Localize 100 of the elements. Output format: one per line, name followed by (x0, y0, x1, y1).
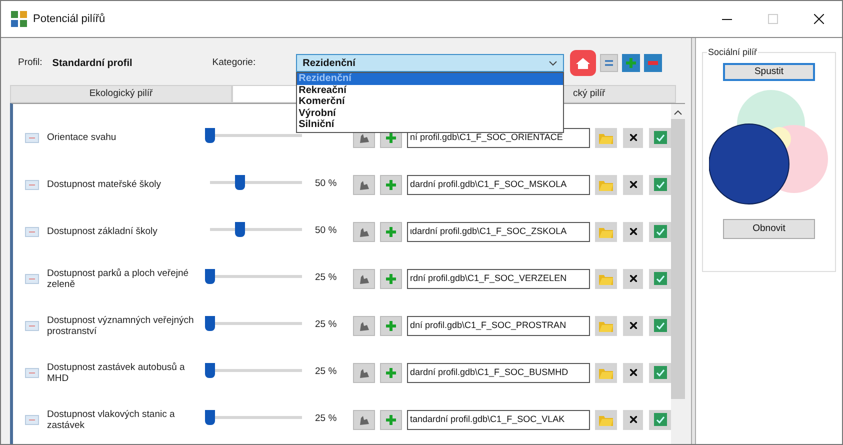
path-field[interactable]: rdní profil.gdb\C1_F_SOC_VERZELEN (407, 268, 590, 288)
scrollbar-thumb[interactable] (671, 119, 685, 399)
add-button[interactable] (380, 362, 402, 382)
slider-thumb[interactable] (205, 362, 215, 378)
add-button[interactable] (380, 316, 402, 336)
minus-icon (25, 414, 39, 424)
remove-profile-button[interactable] (644, 54, 662, 72)
slider-thumb[interactable] (235, 222, 246, 236)
clear-button[interactable] (623, 362, 643, 382)
close-icon (630, 228, 636, 235)
minus-icon (25, 180, 39, 190)
weight-percent: 25 % (315, 271, 338, 286)
slider-thumb[interactable] (205, 128, 215, 142)
clear-button[interactable] (623, 128, 643, 148)
add-button[interactable] (380, 222, 402, 242)
profile-name: Standardní profil (52, 56, 132, 70)
scrollbar[interactable] (671, 104, 685, 444)
slider-thumb[interactable] (235, 174, 246, 190)
folder-icon (599, 366, 613, 378)
check-icon (654, 178, 666, 191)
refresh-button[interactable]: Obnovit (723, 219, 815, 239)
minus-icon (25, 226, 39, 236)
slider-thumb[interactable] (205, 316, 215, 330)
path-field[interactable]: dardní profil.gdb\C1_F_SOC_MSKOLA (407, 174, 590, 194)
minus-icon (648, 61, 658, 65)
minus-icon (25, 274, 39, 284)
add-button[interactable] (380, 268, 402, 288)
close-icon (630, 275, 636, 282)
check-icon (654, 272, 666, 285)
link-button[interactable] (600, 54, 618, 72)
weight-percent: 25 % (315, 365, 338, 380)
clear-button[interactable] (623, 268, 643, 288)
check-icon (654, 131, 666, 144)
check-icon (654, 319, 666, 332)
slider-thumb[interactable] (205, 410, 215, 424)
path-field[interactable]: tandardní profil.gdb\C1_F_SOC_VLAK (407, 410, 590, 430)
minus-icon (25, 368, 39, 378)
folder-icon (599, 178, 613, 190)
chevron-up-icon (674, 110, 682, 115)
add-profile-button[interactable] (622, 54, 640, 72)
plus-icon (386, 414, 396, 424)
plus-icon (386, 180, 396, 190)
add-button[interactable] (380, 410, 402, 430)
tool-button[interactable] (353, 316, 375, 336)
tool-button[interactable] (353, 362, 375, 382)
confirm-button[interactable] (649, 316, 671, 336)
close-icon (630, 416, 636, 423)
criterion-label: Orientace svahu (47, 132, 118, 143)
check-icon (654, 413, 666, 426)
dropdown-option[interactable]: Silniční (296, 119, 563, 130)
tool-button[interactable] (353, 174, 375, 194)
weight-percent: 25 % (315, 318, 338, 332)
plus-icon (386, 226, 396, 236)
criterion-label: Dostupnost vlakových stanic a zastávek (47, 408, 176, 430)
clear-button[interactable] (623, 410, 643, 430)
plus-icon (386, 368, 396, 378)
close-icon (630, 134, 636, 141)
confirm-button[interactable] (649, 174, 671, 194)
folder-icon (599, 226, 613, 238)
house-icon (576, 58, 590, 68)
slider-thumb[interactable] (205, 268, 215, 284)
run-button[interactable]: Spustit (723, 63, 815, 81)
weight-percent: 50 % (315, 177, 338, 192)
path-field[interactable]: ιdardní profil.gdb\C1_F_SOC_ZSKOLA (407, 222, 590, 242)
tool-button[interactable] (353, 410, 375, 430)
path-field[interactable]: dardní profil.gdb\C1_F_SOC_BUSMHD (407, 362, 590, 382)
clear-button[interactable] (623, 222, 643, 242)
dropdown-option[interactable]: Výrobní (296, 108, 563, 119)
home-button[interactable] (570, 50, 596, 76)
criterion-label: Dostupnost parků a ploch veřejné zeleně (47, 268, 190, 290)
confirm-button[interactable] (649, 268, 671, 288)
criterion-label: Dostupnost zastávek autobusů a MHD (47, 362, 186, 384)
profile-label: Profil: (18, 56, 42, 70)
close-icon (630, 369, 636, 376)
tool-button[interactable] (353, 222, 375, 242)
confirm-button[interactable] (649, 128, 671, 148)
clear-button[interactable] (623, 316, 643, 336)
confirm-button[interactable] (649, 222, 671, 242)
minus-icon (25, 132, 39, 142)
tool-button[interactable] (353, 268, 375, 288)
weight-percent: 25 % (315, 412, 338, 426)
confirm-button[interactable] (649, 410, 671, 430)
path-field[interactable]: dní profil.gdb\C1_F_SOC_PROSTRAN (407, 316, 590, 336)
plus-icon (386, 274, 396, 284)
tab[interactable]: Ekologický pilíř (10, 85, 232, 103)
window-title: Potenciál pilířů (33, 12, 106, 27)
folder-icon (599, 272, 613, 284)
confirm-button[interactable] (649, 362, 671, 382)
category-dropdown[interactable]: Rezidenční (296, 54, 564, 72)
check-icon (654, 225, 666, 238)
clear-button[interactable] (623, 174, 643, 194)
add-button[interactable] (380, 174, 402, 194)
criterion-label: Dostupnost významných veřejných prostranství (47, 314, 195, 336)
close-icon (814, 14, 824, 24)
check-icon (654, 366, 666, 379)
maximize-icon (768, 14, 778, 24)
plus-icon (626, 58, 636, 68)
criterion-label: Dostupnost základní školy (47, 226, 158, 237)
category-label: Kategorie: (212, 56, 256, 70)
app-grid-icon (11, 11, 27, 27)
